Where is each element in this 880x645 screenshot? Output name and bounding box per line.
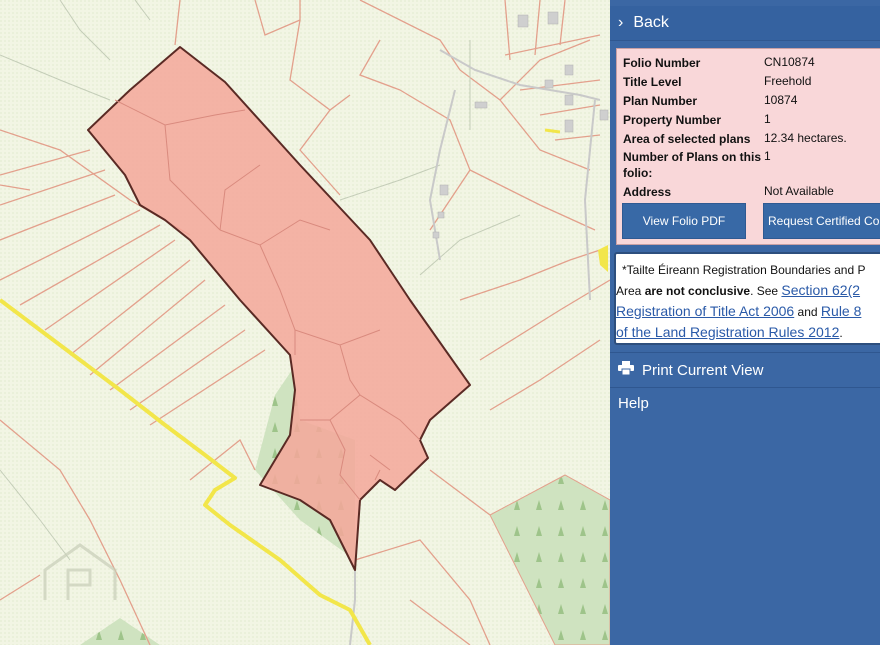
view-folio-pdf-button[interactable]: View Folio PDF — [622, 203, 746, 239]
folio-row: Plan Number 10874 — [623, 93, 797, 109]
folio-row-value: 10874 — [764, 93, 798, 107]
folio-row-value: CN10874 — [764, 55, 815, 69]
note-line: of the Land Registration Rules 2012. — [616, 322, 880, 343]
rule-link[interactable]: Rule 8 — [821, 303, 861, 319]
folio-info-card: Folio Number CN10874 Title Level Freehol… — [616, 48, 880, 245]
folio-row-value: 1 — [764, 112, 771, 126]
registration-note: *Tailte Éireann Registration Boundaries … — [614, 252, 880, 345]
folio-row-value: 12.34 hectares. — [764, 131, 847, 145]
request-certified-copy-button[interactable]: Request Certified Co — [763, 203, 880, 239]
note-text: . — [839, 326, 843, 340]
map-canvas[interactable] — [0, 0, 610, 645]
folio-row-label: Address — [623, 185, 672, 199]
folio-row: Property Number 1 — [623, 112, 771, 128]
chevron-right-icon: › — [618, 14, 624, 31]
folio-row-value: Not Available — [764, 184, 834, 198]
note-bold-text: are not conclusive — [644, 284, 751, 298]
folio-row: Folio Number CN10874 — [623, 55, 815, 71]
folio-row-label: Property Number — [623, 113, 722, 127]
note-line: *Tailte Éireann Registration Boundaries … — [622, 260, 880, 280]
note-text: and — [794, 305, 821, 319]
note-text: . See — [750, 284, 782, 298]
registration-act-link[interactable]: Registration of Title Act 2006 — [616, 303, 794, 319]
folio-panel: › Back Folio Number CN10874 Title Level … — [610, 0, 880, 645]
help-link[interactable]: Help — [618, 395, 649, 412]
back-label: Back — [633, 14, 669, 31]
folio-row-label: Folio Number — [623, 56, 701, 70]
folio-row-value: Freehold — [764, 74, 812, 88]
back-button[interactable]: › Back — [610, 6, 880, 41]
folio-row-label: Plan Number — [623, 94, 698, 108]
print-label: Print Current View — [642, 361, 764, 379]
folio-row-label: Area of selected plans — [623, 132, 751, 146]
folio-row: Title Level Freehold — [623, 74, 811, 90]
print-current-view-button[interactable]: Print Current View — [610, 352, 880, 388]
land-registration-rules-link[interactable]: of the Land Registration Rules 2012 — [616, 324, 839, 340]
map-view[interactable] — [0, 0, 610, 645]
folio-row: Number of Plans on this folio: 1 — [623, 149, 771, 181]
note-line: Area are not conclusive. See Section 62(… — [616, 280, 880, 301]
note-line: Registration of Title Act 2006 and Rule … — [616, 301, 880, 322]
note-text: Area — [616, 284, 645, 298]
folio-row: Area of selected plans 12.34 hectares. — [623, 131, 847, 147]
note-text: *Tailte Éireann Registration Boundaries … — [622, 263, 866, 277]
folio-row-label: Number of Plans on this folio: — [623, 150, 762, 180]
section-link[interactable]: Section 62(2 — [781, 282, 860, 298]
folio-row: Address Not Available — [623, 184, 834, 200]
folio-row-value: 1 — [764, 149, 771, 163]
folio-row-label: Title Level — [623, 75, 682, 89]
printer-icon — [618, 361, 634, 379]
